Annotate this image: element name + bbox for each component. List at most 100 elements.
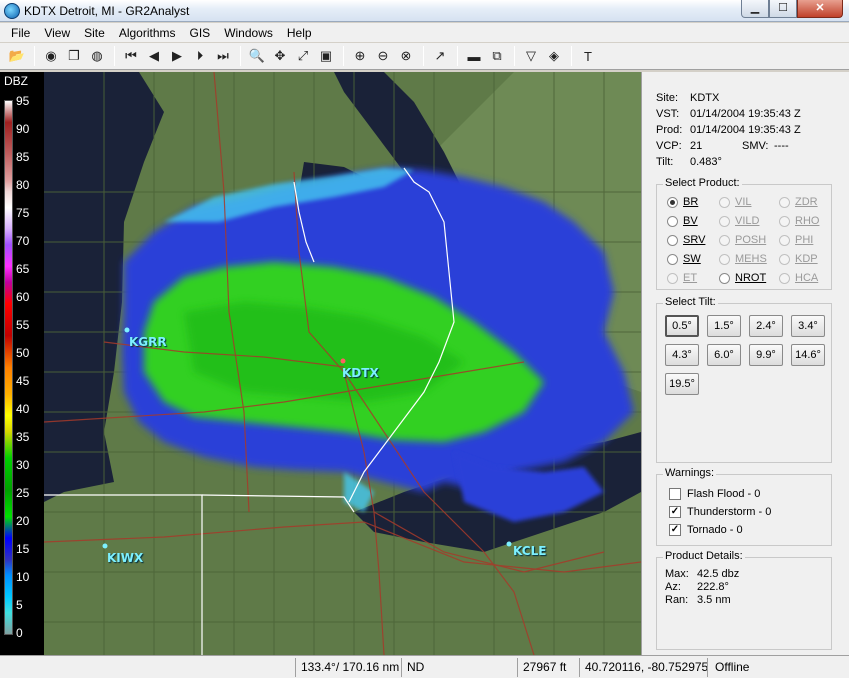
toolbar-separator <box>240 46 241 66</box>
step-forward-icon[interactable]: ⏵ <box>189 45 211 67</box>
scale-color-bar <box>4 100 13 635</box>
maximize-button[interactable]: ☐ <box>769 0 797 18</box>
site-label-kcle[interactable]: KCLE <box>513 544 546 558</box>
step-back-icon[interactable]: ◀ <box>143 45 165 67</box>
checkbox-tornado[interactable]: ✓ Tornado - 0 <box>669 524 743 536</box>
last-frame-icon[interactable]: ⏭ <box>212 45 234 67</box>
diamond-icon[interactable]: ◈ <box>543 45 565 67</box>
radio-dot <box>719 253 730 265</box>
status-height: 27967 ft <box>517 658 579 677</box>
radio-hca: HCA <box>779 272 818 284</box>
play-icon[interactable]: ▶ <box>166 45 188 67</box>
radio-mehs: MEHS <box>719 253 767 265</box>
radar-map[interactable]: KGRR KDTX KIWX KCLE <box>44 72 641 655</box>
radio-kdp: KDP <box>779 253 818 265</box>
toolbar-separator <box>114 46 115 66</box>
radio-br[interactable]: BR <box>667 196 698 208</box>
radio-bv[interactable]: BV <box>667 215 698 227</box>
detail-az-value: 222.8° <box>697 581 729 593</box>
radio-sw[interactable]: SW <box>667 253 701 265</box>
scale-label: 55 <box>16 318 30 332</box>
scale-label: 0 <box>16 626 23 640</box>
menu-help[interactable]: Help <box>280 24 319 42</box>
radio-dot <box>779 234 790 246</box>
checkbox-thunderstorm[interactable]: ✓ Thunderstorm - 0 <box>669 506 771 518</box>
zoom-icon[interactable]: 🔍 <box>246 45 268 67</box>
group-title: Warnings: <box>663 467 717 479</box>
tilt-button-4-3[interactable]: 4.3° <box>665 344 699 366</box>
close-button[interactable]: ✕ <box>797 0 843 18</box>
zoom-reset-icon[interactable]: ⊗ <box>395 45 417 67</box>
menu-gis[interactable]: GIS <box>183 24 218 42</box>
checkbox-flash-flood[interactable]: Flash Flood - 0 <box>669 488 760 500</box>
zoom-out-icon[interactable]: ⊖ <box>372 45 394 67</box>
menu-algorithms[interactable]: Algorithms <box>112 24 183 42</box>
radio-label: NROT <box>735 272 767 284</box>
scale-label: 85 <box>16 150 30 164</box>
menu-view[interactable]: View <box>37 24 77 42</box>
window-title: KDTX Detroit, MI - GR2Analyst <box>24 4 190 18</box>
split-icon[interactable]: ⧉ <box>486 45 508 67</box>
toolbar-separator <box>343 46 344 66</box>
control-panel: Site: KDTX VST: 01/14/2004 19:35:43 Z Pr… <box>641 72 849 655</box>
radio-label: MEHS <box>735 253 767 265</box>
radio-nrot[interactable]: NROT <box>719 272 766 284</box>
site-label-kiwx[interactable]: KIWX <box>107 551 143 565</box>
zoom-in-icon[interactable]: ⊕ <box>349 45 371 67</box>
radio-srv[interactable]: SRV <box>667 234 705 246</box>
toolbar-separator <box>423 46 424 66</box>
checkbox-label: Tornado - 0 <box>687 524 743 536</box>
cross-section-icon[interactable]: ▬ <box>463 45 485 67</box>
radar-map-canvas <box>44 72 641 655</box>
info-tilt-value: 0.483° <box>690 156 722 168</box>
first-frame-icon[interactable]: ⏮ <box>120 45 142 67</box>
info-site-value: KDTX <box>690 92 720 104</box>
open-icon[interactable]: 📂 <box>6 45 28 67</box>
site-label-kdtx[interactable]: KDTX <box>342 366 379 380</box>
text-icon[interactable]: T <box>577 45 599 67</box>
site-label-kgrr[interactable]: KGRR <box>129 335 167 349</box>
vector-icon[interactable]: ↗ <box>429 45 451 67</box>
info-key: Prod: <box>656 124 683 136</box>
pan-icon[interactable]: ✥ <box>269 45 291 67</box>
radio-dot <box>667 234 678 246</box>
tilt-button-0-5[interactable]: 0.5° <box>665 315 699 337</box>
menu-file[interactable]: File <box>4 24 37 42</box>
info-key: VST: <box>656 108 680 120</box>
copy-icon[interactable]: ❐ <box>63 45 85 67</box>
scale-label: 65 <box>16 262 30 276</box>
filter-icon[interactable]: ▽ <box>520 45 542 67</box>
info-key: Tilt: <box>656 156 674 168</box>
app-window: KDTX Detroit, MI - GR2Analyst ▁ ☐ ✕ File… <box>0 0 849 678</box>
menu-site[interactable]: Site <box>77 24 112 42</box>
scale-label: 30 <box>16 458 30 472</box>
radio-dot <box>667 272 678 284</box>
info-key: VCP: <box>656 140 682 152</box>
checkbox-box <box>669 488 681 500</box>
tilt-button-3-4[interactable]: 3.4° <box>791 315 825 337</box>
checkmark-icon: ✓ <box>669 506 681 518</box>
globe-icon[interactable]: ◉ <box>40 45 62 67</box>
menu-windows[interactable]: Windows <box>217 24 280 42</box>
title-bar[interactable]: KDTX Detroit, MI - GR2Analyst ▁ ☐ ✕ <box>0 0 849 22</box>
menu-bar: File View Site Algorithms GIS Windows He… <box>0 23 849 42</box>
measure-icon[interactable]: ⤢ <box>292 45 314 67</box>
scale-label: 40 <box>16 402 30 416</box>
tilt-button-19-5[interactable]: 19.5° <box>665 373 699 395</box>
radio-label: SW <box>683 253 701 265</box>
tilt-button-14-6[interactable]: 14.6° <box>791 344 825 366</box>
group-title: Select Product: <box>663 177 742 189</box>
layers-icon[interactable]: ▣ <box>315 45 337 67</box>
tilt-button-6-0[interactable]: 6.0° <box>707 344 741 366</box>
minimize-button[interactable]: ▁ <box>741 0 769 18</box>
detail-max-key: Max: <box>665 568 689 580</box>
tilt-button-9-9[interactable]: 9.9° <box>749 344 783 366</box>
info-vst-value: 01/14/2004 19:35:43 Z <box>690 108 801 120</box>
select-product-group: Select Product: BR VIL ZDR BV VILD RHO S… <box>656 177 832 290</box>
tilt-button-2-4[interactable]: 2.4° <box>749 315 783 337</box>
toolbar: 📂 ◉ ❐ ◍ ⏮ ◀ ▶ ⏵ ⏭ 🔍 ✥ ⤢ ▣ ⊕ ⊖ ⊗ ↗ ▬ ⧉ ▽ … <box>0 43 849 70</box>
refresh-icon[interactable]: ◍ <box>86 45 108 67</box>
tilt-button-1-5[interactable]: 1.5° <box>707 315 741 337</box>
radio-dot <box>667 215 678 227</box>
radio-label: HCA <box>795 272 819 284</box>
